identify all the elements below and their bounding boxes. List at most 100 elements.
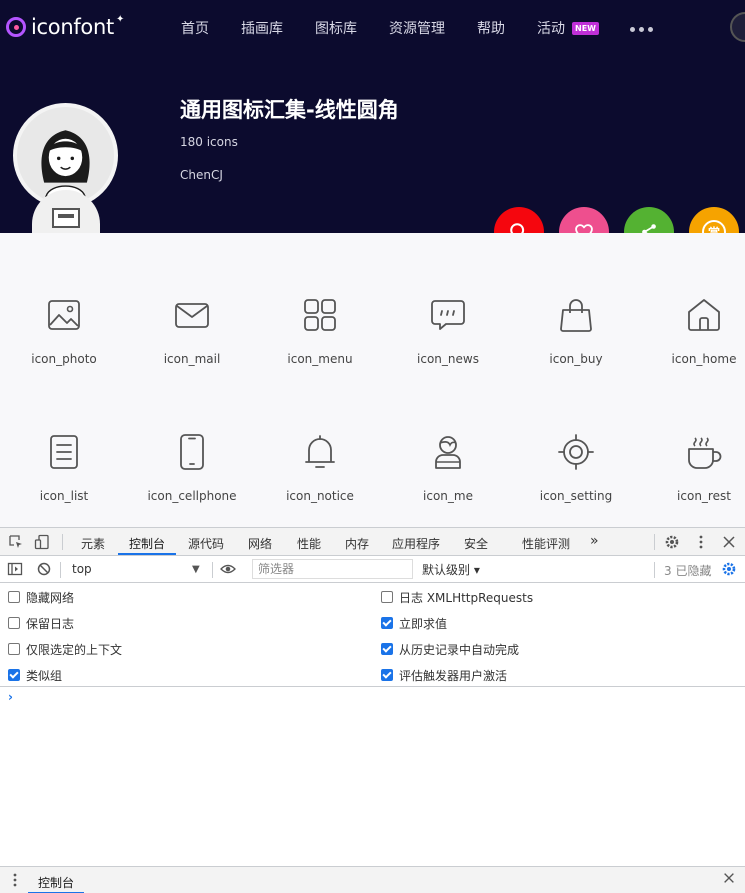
clear-console-icon[interactable] <box>36 561 52 577</box>
checkbox[interactable] <box>8 591 20 603</box>
icon-label: icon_notice <box>286 489 354 503</box>
user-icon <box>435 436 461 469</box>
icon-label: icon_setting <box>539 489 613 503</box>
option-user-activation[interactable]: 评估触发器用户激活 <box>381 667 507 683</box>
drawer-tab-console[interactable]: 控制台 <box>38 874 74 891</box>
checkbox[interactable] <box>381 591 393 603</box>
logo-text: iconfont <box>31 15 114 39</box>
context-selector[interactable]: top <box>66 560 208 579</box>
icon-count: 180 icons <box>180 135 238 149</box>
console-prompt[interactable]: › <box>8 690 13 704</box>
checkbox[interactable] <box>8 643 20 655</box>
separator <box>62 534 63 550</box>
mail-icon <box>175 303 209 328</box>
tab-application[interactable]: 应用程序 <box>392 535 440 552</box>
hidden-messages-count: 3 已隐藏 <box>664 564 712 578</box>
logo-icon <box>6 17 26 37</box>
author-name[interactable]: ChenCJ <box>180 168 223 182</box>
option-selected-context-only[interactable]: 仅限选定的上下文 <box>8 641 122 657</box>
option-eager-evaluation[interactable]: 立即求值 <box>381 615 447 631</box>
icon-label: icon_photo <box>31 352 97 366</box>
tab-lighthouse[interactable]: 性能评测 <box>522 535 570 552</box>
log-level-select[interactable]: 默认级别 ▾ <box>422 561 480 578</box>
bell-icon <box>305 435 335 468</box>
tab-security[interactable]: 安全 <box>464 535 488 552</box>
icon-label: icon_menu <box>287 352 353 366</box>
tab-sources[interactable]: 源代码 <box>188 535 224 552</box>
icon-card-mail[interactable]: icon_mail <box>128 293 256 413</box>
icon-label: icon_list <box>39 489 89 503</box>
checkbox-checked[interactable] <box>8 669 20 681</box>
option-hide-network[interactable]: 隐藏网络 <box>8 589 74 605</box>
drawer-menu-icon[interactable] <box>11 872 19 892</box>
inspect-element-icon[interactable] <box>8 534 24 550</box>
icon-card-photo[interactable]: icon_photo <box>0 293 128 413</box>
eye-icon[interactable] <box>220 561 236 577</box>
collection-header: iconfont ✦ 首页 插画库 图标库 资源管理 帮助 活动 NEW 通用图… <box>0 0 745 240</box>
drawer-close-icon[interactable] <box>722 871 736 889</box>
chevron-down-icon: ▼ <box>192 564 200 575</box>
option-group-similar[interactable]: 类似组 <box>8 667 62 683</box>
console-toolbar: top ▼ 默认级别 ▾ 3 已隐藏 <box>0 556 745 583</box>
tab-memory[interactable]: 内存 <box>345 535 369 552</box>
user-avatar-button[interactable] <box>730 12 745 42</box>
settings-gear-icon[interactable] <box>664 534 680 550</box>
nav-illustrations[interactable]: 插画库 <box>241 18 283 38</box>
more-menu-icon[interactable] <box>630 27 653 32</box>
filter-input[interactable] <box>252 559 413 579</box>
icon-label: icon_mail <box>163 352 221 366</box>
nav-icon-library[interactable]: 图标库 <box>315 18 357 38</box>
new-badge: NEW <box>572 22 599 35</box>
tab-network[interactable]: 网络 <box>248 535 272 552</box>
sidebar-toggle-icon[interactable] <box>7 561 23 577</box>
checkbox-checked[interactable] <box>381 643 393 655</box>
devtools-tabbar: 元素 控制台 源代码 网络 性能 内存 应用程序 安全 性能评测 » <box>0 528 745 556</box>
active-tab-indicator <box>118 553 176 555</box>
tab-performance[interactable]: 性能 <box>297 535 321 552</box>
icon-card-menu[interactable]: icon_menu <box>256 293 384 413</box>
nav-home[interactable]: 首页 <box>181 18 209 38</box>
icon-label: icon_me <box>423 489 473 503</box>
option-log-xhr[interactable]: 日志 XMLHttpRequests <box>381 589 533 605</box>
checkbox-checked[interactable] <box>381 617 393 629</box>
list-icon <box>50 435 78 469</box>
icon-label: icon_home <box>671 352 737 366</box>
tab-elements[interactable]: 元素 <box>81 535 105 552</box>
console-settings: 隐藏网络 保留日志 仅限选定的上下文 类似组 日志 XMLHttpRequest… <box>0 583 745 687</box>
option-autocomplete-history[interactable]: 从历史记录中自动完成 <box>381 641 519 657</box>
icon-card-home[interactable]: icon_home <box>640 293 745 413</box>
icon-label: icon_rest <box>677 489 731 503</box>
icon-label: icon_cellphone <box>147 489 237 503</box>
checkbox[interactable] <box>8 617 20 629</box>
nav-help[interactable]: 帮助 <box>477 18 505 38</box>
home-icon <box>688 299 720 331</box>
more-tabs-icon[interactable]: » <box>590 533 599 549</box>
console-settings-icon[interactable] <box>721 561 737 577</box>
message-icon <box>431 300 465 330</box>
nav-events[interactable]: 活动 <box>537 18 565 38</box>
icon-label: icon_buy <box>549 352 603 366</box>
icon-card-news[interactable]: icon_news <box>384 293 512 413</box>
nav-resource-management[interactable]: 资源管理 <box>389 18 445 38</box>
photo-icon <box>48 300 80 330</box>
iconfont-logo[interactable]: iconfont ✦ <box>6 14 124 40</box>
coffee-cup-icon <box>688 437 722 469</box>
icon-card-buy[interactable]: icon_buy <box>512 293 640 413</box>
separator <box>60 562 61 578</box>
close-icon[interactable] <box>721 534 737 550</box>
gear-icon <box>558 434 594 470</box>
checkbox-checked[interactable] <box>381 669 393 681</box>
devtools-drawer: 控制台 <box>0 866 745 893</box>
id-card-icon <box>52 208 80 228</box>
kebab-menu-icon[interactable] <box>693 534 709 550</box>
option-preserve-log[interactable]: 保留日志 <box>8 615 74 631</box>
collection-title: 通用图标汇集-线性圆角 <box>180 98 399 122</box>
menu-grid-icon <box>304 299 336 331</box>
separator <box>654 562 655 578</box>
logo-star-icon: ✦ <box>115 13 125 25</box>
icon-grid: icon_photo icon_mail icon_menu icon_news… <box>0 233 745 527</box>
devtools-panel: 元素 控制台 源代码 网络 性能 内存 应用程序 安全 性能评测 » top ▼ <box>0 527 745 893</box>
tab-console[interactable]: 控制台 <box>129 535 165 552</box>
separator <box>654 534 655 550</box>
device-toolbar-icon[interactable] <box>34 534 50 550</box>
